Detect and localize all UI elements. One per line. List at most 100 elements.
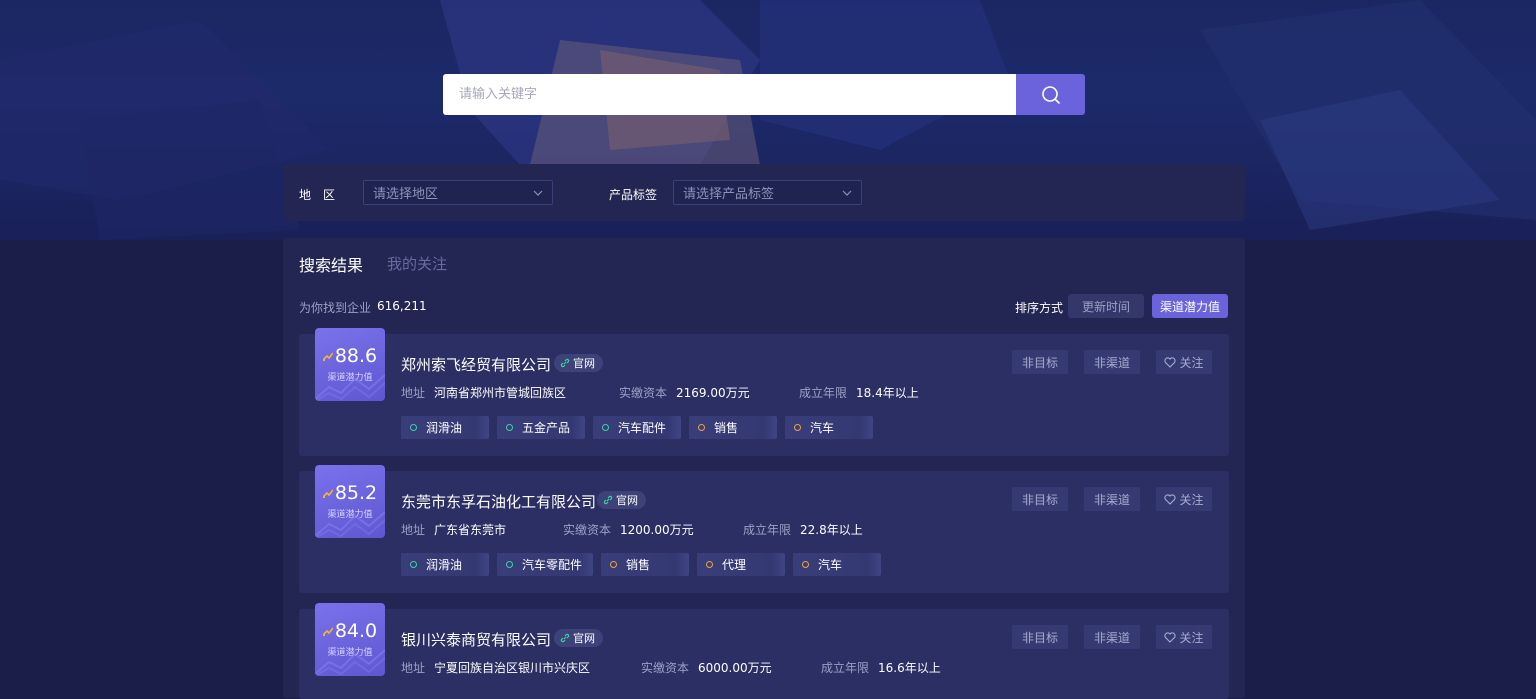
product-tag: 汽车 <box>793 553 881 576</box>
region-select-value: 请选择地区 <box>373 187 439 202</box>
years-value: 16.6年以上 <box>878 661 941 675</box>
official-site-label: 官网 <box>573 632 595 645</box>
score-decoration <box>315 649 385 676</box>
address-field: 地址 广东省东莞市 <box>401 521 506 538</box>
capital-key: 实缴资本 <box>641 661 690 675</box>
score-value: 85.2 <box>334 482 378 504</box>
address-value: 广东省东莞市 <box>434 523 507 537</box>
result-count-label: 为你找到企业 <box>299 301 372 315</box>
not-channel-label: 非渠道 <box>1093 355 1130 370</box>
years-field: 成立年限 18.4年以上 <box>799 384 919 401</box>
search-button[interactable] <box>1016 74 1085 115</box>
tag-label: 代理 <box>722 558 747 572</box>
tag-label: 销售 <box>626 558 651 572</box>
tag-label: 润滑油 <box>426 558 463 572</box>
address-key: 地址 <box>401 386 426 400</box>
tag-dot-icon <box>610 561 617 568</box>
capital-field: 实缴资本 6000.00万元 <box>641 659 772 676</box>
company-card[interactable]: 85.2 渠道潜力值 东莞市东孚石油化工有限公司 官网 地址 广东省东莞市 实缴资… <box>299 465 1229 593</box>
score-badge: 84.0 渠道潜力值 <box>315 603 385 676</box>
official-site-badge[interactable]: 官网 <box>554 354 603 372</box>
tag-label: 汽车配件 <box>618 421 667 435</box>
heart-icon <box>1164 356 1177 368</box>
trend-up-icon <box>322 489 333 498</box>
follow-button[interactable]: 关注 <box>1156 487 1212 511</box>
capital-field: 实缴资本 2169.00万元 <box>619 384 750 401</box>
tag-label: 汽车 <box>810 421 835 435</box>
follow-button[interactable]: 关注 <box>1156 350 1212 374</box>
address-key: 地址 <box>401 661 426 675</box>
not-target-button[interactable]: 非目标 <box>1012 625 1068 649</box>
tag-dot-icon <box>802 561 809 568</box>
result-count-value: 616,211 <box>377 299 427 313</box>
capital-value: 2169.00万元 <box>676 386 750 400</box>
search-icon <box>1041 85 1060 104</box>
years-field: 成立年限 22.8年以上 <box>743 521 863 538</box>
not-channel-label: 非渠道 <box>1093 630 1130 645</box>
follow-label: 关注 <box>1179 355 1204 370</box>
years-key: 成立年限 <box>799 386 848 400</box>
company-card[interactable]: 84.0 渠道潜力值 银川兴泰商贸有限公司 官网 地址 宁夏回族自治区银川市兴庆区… <box>299 603 1229 699</box>
not-channel-button[interactable]: 非渠道 <box>1084 487 1140 511</box>
not-channel-label: 非渠道 <box>1093 492 1130 507</box>
tag-dot-icon <box>602 424 609 431</box>
tag-label: 汽车 <box>818 558 843 572</box>
sort-by-channel-potential-button[interactable]: 渠道潜力值 <box>1152 294 1228 318</box>
years-value: 22.8年以上 <box>800 523 863 537</box>
chevron-down-icon <box>842 190 852 196</box>
score-badge: 88.6 渠道潜力值 <box>315 328 385 401</box>
sort-label: 排序方式 <box>1015 301 1064 315</box>
search-input[interactable] <box>443 74 1016 115</box>
not-channel-button[interactable]: 非渠道 <box>1084 350 1140 374</box>
tab-my-follows[interactable]: 我的关注 <box>387 253 447 274</box>
sort-by-update-time-button[interactable]: 更新时间 <box>1068 294 1144 318</box>
not-target-label: 非目标 <box>1021 492 1058 507</box>
link-icon <box>603 495 613 505</box>
tab-search-results[interactable]: 搜索结果 <box>299 252 363 276</box>
official-site-label: 官网 <box>573 357 595 370</box>
product-tag-select-value: 请选择产品标签 <box>683 187 775 202</box>
product-tag: 五金产品 <box>497 416 585 439</box>
product-tag-select[interactable]: 请选择产品标签 <box>673 180 862 205</box>
company-name[interactable]: 东莞市东孚石油化工有限公司 <box>401 491 596 512</box>
link-icon <box>560 633 570 643</box>
chevron-down-icon <box>533 190 543 196</box>
years-value: 18.4年以上 <box>856 386 919 400</box>
product-tag: 润滑油 <box>401 416 489 439</box>
follow-button[interactable]: 关注 <box>1156 625 1212 649</box>
trend-up-icon <box>322 627 333 636</box>
product-tag: 汽车配件 <box>593 416 681 439</box>
address-value: 宁夏回族自治区银川市兴庆区 <box>434 661 591 675</box>
company-name[interactable]: 银川兴泰商贸有限公司 <box>401 629 551 650</box>
product-tag-label: 产品标签 <box>609 188 658 202</box>
score-value: 84.0 <box>334 620 378 642</box>
heart-icon <box>1164 631 1177 643</box>
product-tag: 润滑油 <box>401 553 489 576</box>
tag-label: 销售 <box>714 421 739 435</box>
company-card[interactable]: 88.6 渠道潜力值 郑州索飞经贸有限公司 官网 地址 河南省郑州市管城回族区 实… <box>299 328 1229 456</box>
official-site-badge[interactable]: 官网 <box>597 491 646 509</box>
not-target-label: 非目标 <box>1021 355 1058 370</box>
product-tag: 汽车 <box>785 416 873 439</box>
heart-icon <box>1164 493 1177 505</box>
official-site-label: 官网 <box>616 494 638 507</box>
capital-value: 6000.00万元 <box>698 661 772 675</box>
not-target-label: 非目标 <box>1021 630 1058 645</box>
capital-key: 实缴资本 <box>619 386 668 400</box>
product-tag: 汽车零配件 <box>497 553 593 576</box>
capital-key: 实缴资本 <box>563 523 612 537</box>
official-site-badge[interactable]: 官网 <box>554 629 603 647</box>
tag-dot-icon <box>706 561 713 568</box>
not-target-button[interactable]: 非目标 <box>1012 350 1068 374</box>
tag-label: 汽车零配件 <box>522 558 583 572</box>
address-key: 地址 <box>401 523 426 537</box>
years-key: 成立年限 <box>743 523 792 537</box>
company-name[interactable]: 郑州索飞经贸有限公司 <box>401 354 551 375</box>
capital-value: 1200.00万元 <box>620 523 694 537</box>
product-tag: 代理 <box>697 553 785 576</box>
not-channel-button[interactable]: 非渠道 <box>1084 625 1140 649</box>
link-icon <box>560 358 570 368</box>
not-target-button[interactable]: 非目标 <box>1012 487 1068 511</box>
region-select[interactable]: 请选择地区 <box>363 180 553 205</box>
follow-label: 关注 <box>1179 492 1204 507</box>
